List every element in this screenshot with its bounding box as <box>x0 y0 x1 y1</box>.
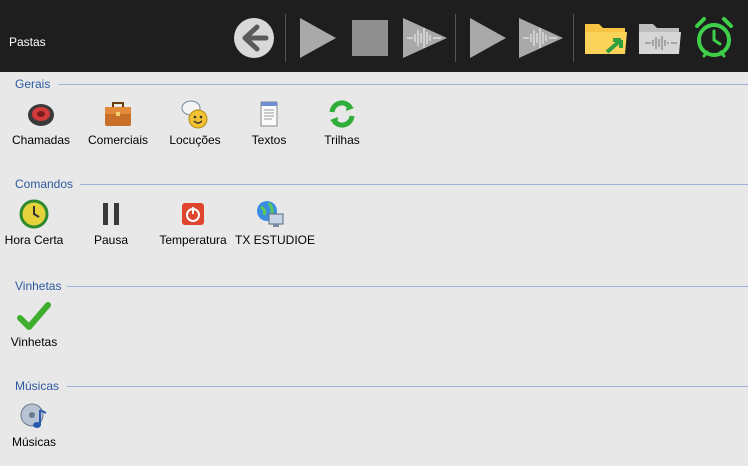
section-title-vinhetas: Vinhetas <box>15 279 62 293</box>
chat-smiley-icon <box>181 100 208 129</box>
section-divider <box>67 286 748 287</box>
section-title-comandos: Comandos <box>15 177 74 191</box>
command-item-label: TX ESTUDIOE <box>235 233 316 247</box>
folder-item-comerciais[interactable]: Comerciais <box>83 98 153 147</box>
folder-item-label: Textos <box>251 133 287 147</box>
folder-item-trilhas[interactable]: Trilhas <box>307 98 377 147</box>
play-icon <box>300 18 336 58</box>
folder-item-textos[interactable]: Textos <box>234 98 304 147</box>
musica-item-label: Músicas <box>11 435 56 449</box>
musica-item[interactable]: Músicas <box>0 400 69 449</box>
folder-item-label: Chamadas <box>11 133 71 147</box>
network-globe-icon <box>257 201 284 227</box>
section-title-musicas: Músicas <box>15 379 60 393</box>
folder-item-chamadas[interactable]: Chamadas <box>6 98 76 147</box>
toolbar: Pastas <box>0 0 748 72</box>
stop-button[interactable] <box>347 16 393 60</box>
command-item-label: Pausa <box>93 233 129 247</box>
pause-icon <box>103 203 119 225</box>
speaker-icon <box>28 104 54 126</box>
alarm-clock-icon <box>695 17 733 58</box>
section-divider <box>58 84 748 85</box>
toolbar-separator <box>573 14 574 62</box>
open-folder-button[interactable] <box>582 16 630 60</box>
command-item-temperatura[interactable]: Temperatura <box>158 198 228 247</box>
command-item-label: Hora Certa <box>4 233 64 247</box>
command-item-tx-estudioe[interactable]: TX ESTUDIOE <box>235 198 316 247</box>
folder-audio-icon <box>639 24 681 54</box>
music-disc-icon <box>20 403 47 428</box>
stop-icon <box>352 20 388 56</box>
vinheta-item[interactable]: Vinhetas <box>0 300 69 349</box>
notepad-icon <box>260 101 278 127</box>
section-divider <box>80 184 748 185</box>
play-icon <box>470 18 506 58</box>
back-button[interactable] <box>232 16 276 60</box>
command-item-pausa[interactable]: Pausa <box>76 198 146 247</box>
vinheta-item-label: Vinhetas <box>10 335 58 349</box>
audio-folder-button[interactable] <box>636 16 684 60</box>
folder-open-icon <box>585 24 627 54</box>
folder-item-label: Locuções <box>169 133 221 147</box>
play-waveform-icon <box>519 18 563 58</box>
toolbar-separator <box>455 14 456 62</box>
alarm-button[interactable] <box>690 16 738 60</box>
power-icon <box>182 203 204 225</box>
play-waveform-icon <box>403 18 447 58</box>
section-title-gerais: Gerais <box>15 77 51 91</box>
checkmark-icon <box>17 302 51 330</box>
folder-item-label: Trilhas <box>324 133 360 147</box>
play-waveform-button[interactable] <box>400 16 450 60</box>
folder-item-locucoes[interactable]: Locuções <box>160 98 230 147</box>
toolbar-separator <box>285 14 286 62</box>
refresh-arrows-icon <box>329 100 355 128</box>
command-item-label: Temperatura <box>159 233 227 247</box>
play-waveform-button[interactable] <box>516 16 566 60</box>
clock-icon <box>19 199 49 229</box>
folder-item-label: Comerciais <box>87 133 148 147</box>
briefcase-icon <box>105 102 131 126</box>
window-title: Pastas <box>9 35 46 49</box>
play-button[interactable] <box>464 16 510 60</box>
back-arrow-icon <box>234 18 274 58</box>
section-divider <box>67 386 748 387</box>
play-button[interactable] <box>294 16 340 60</box>
command-item-hora-certa[interactable]: Hora Certa <box>0 198 69 247</box>
